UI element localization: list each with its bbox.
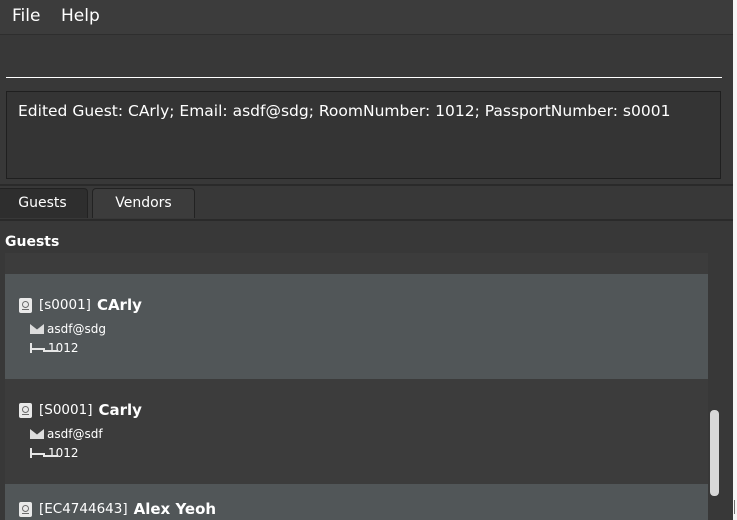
menu-help[interactable]: Help — [61, 6, 100, 26]
guest-room-row: 1012 — [30, 446, 79, 460]
guest-email-row: asdf@sdf — [30, 427, 103, 441]
command-input[interactable] — [6, 43, 722, 78]
tab-bar: Guests Vendors — [0, 186, 733, 221]
guest-room: 1012 — [48, 446, 79, 460]
scrollbar-thumb[interactable] — [710, 410, 719, 496]
guest-room: 1012 — [48, 341, 79, 355]
guest-email: asdf@sdf — [47, 427, 103, 441]
tab-guests[interactable]: Guests — [0, 188, 88, 218]
menu-file[interactable]: File — [12, 6, 40, 26]
menu-bar: File Help — [0, 0, 733, 35]
window-edge — [733, 0, 737, 520]
panel-title: Guests — [5, 234, 60, 250]
guest-header: [S0001] Carly — [19, 401, 142, 419]
guest-passport-number: [EC4744643] — [39, 501, 128, 517]
bed-icon — [30, 343, 46, 353]
guest-name: CArly — [96, 296, 142, 314]
guest-card[interactable]: [EC4744643] Alex Yeoh — [5, 484, 708, 520]
guest-email-row: asdf@sdg — [30, 322, 106, 336]
guest-header: [EC4744643] Alex Yeoh — [19, 500, 216, 518]
guest-name: Carly — [98, 401, 142, 419]
guest-card[interactable]: [s0001] CArly asdf@sdg 1012 — [5, 274, 708, 379]
guest-room-row: 1012 — [30, 341, 79, 355]
result-display[interactable]: Edited Guest: CArly; Email: asdf@sdg; Ro… — [6, 91, 721, 179]
bed-icon — [30, 448, 46, 458]
resize-mark — [734, 500, 735, 514]
guest-list[interactable]: [s0001] CArly asdf@sdg 1012 [S0001] Carl… — [5, 253, 708, 520]
mail-icon — [30, 324, 44, 334]
passport-icon — [19, 501, 32, 517]
passport-icon — [19, 402, 32, 418]
guest-passport-number: [s0001] — [39, 297, 91, 313]
guest-passport-number: [S0001] — [39, 402, 93, 418]
tab-vendors[interactable]: Vendors — [92, 188, 195, 218]
guest-card[interactable]: [S0001] Carly asdf@sdf 1012 — [5, 379, 708, 484]
result-text: Edited Guest: CArly; Email: asdf@sdg; Ro… — [18, 102, 671, 120]
guest-name: Alex Yeoh — [133, 500, 217, 518]
passport-icon — [19, 297, 32, 313]
mail-icon — [30, 429, 44, 439]
guest-email: asdf@sdg — [47, 322, 106, 336]
guest-header: [s0001] CArly — [19, 296, 142, 314]
